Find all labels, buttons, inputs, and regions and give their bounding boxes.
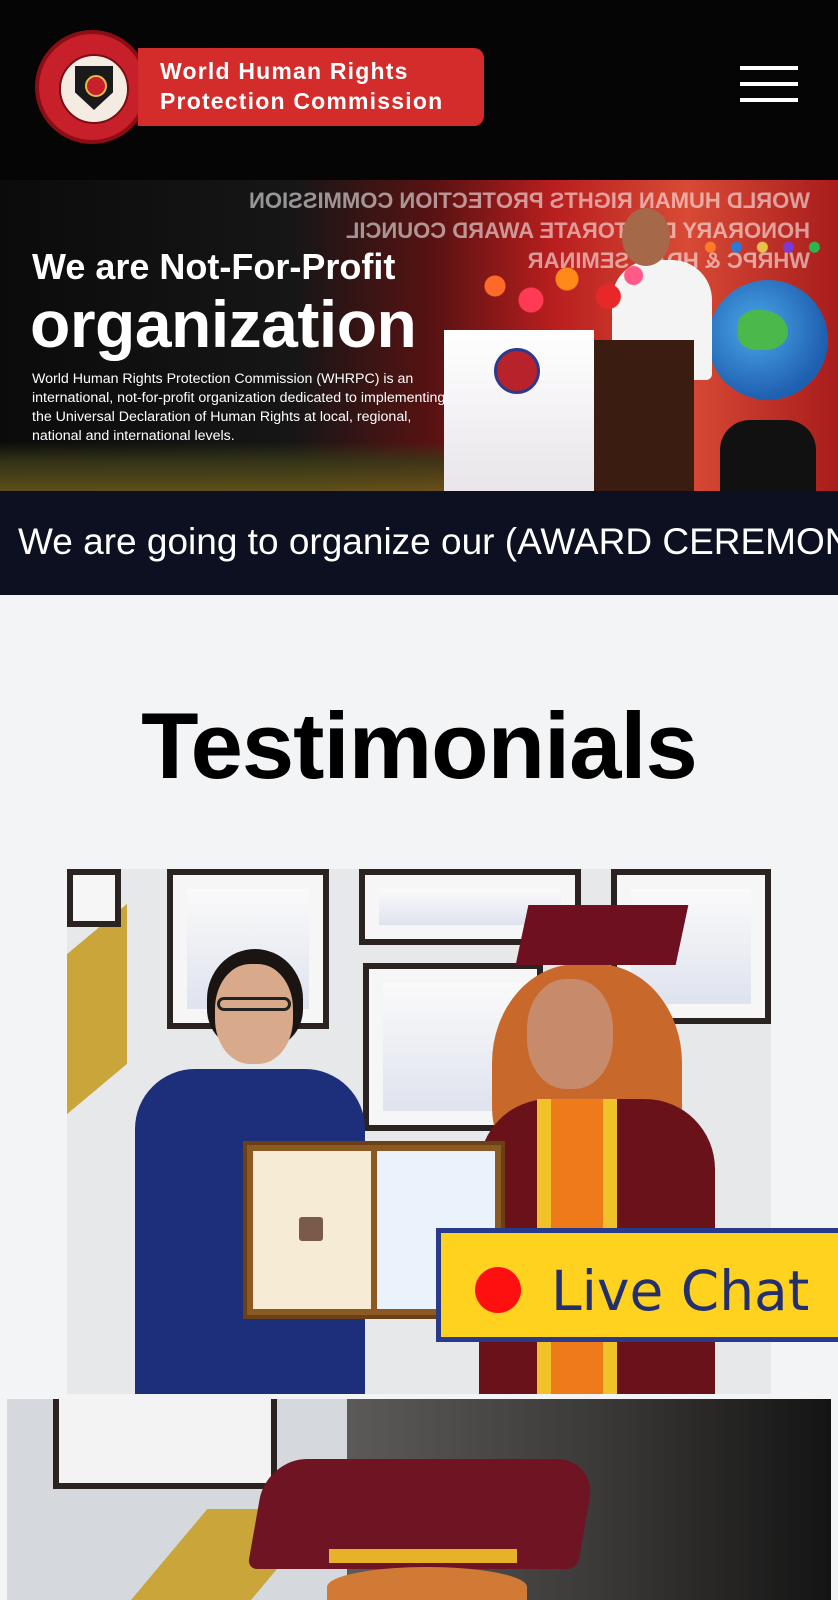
hero-heading: We are Not-For-Profit <box>32 246 396 287</box>
certificate-left <box>253 1151 371 1309</box>
logo-line-2: Protection Commission <box>160 88 444 114</box>
seal-inner <box>59 54 129 124</box>
live-chat-body: Live Chat <box>441 1233 838 1337</box>
flower-arrangement <box>468 258 648 328</box>
live-chat-button[interactable]: Live Chat <box>436 1228 838 1342</box>
cap-band <box>329 1549 517 1563</box>
globe-land <box>738 310 788 350</box>
menu-bar <box>740 66 798 70</box>
menu-bar <box>740 98 798 102</box>
site-header: World Human Rights Protection Commission <box>0 0 838 180</box>
testimonial-photo-2[interactable] <box>7 1399 831 1600</box>
people-illustration <box>700 240 830 276</box>
lectern <box>594 340 694 491</box>
podium <box>444 330 594 491</box>
announcement-ticker[interactable]: We are going to organize our (AWARD CERE… <box>0 491 838 595</box>
podium-emblem-icon <box>494 348 540 394</box>
certificate-photo <box>299 1217 323 1241</box>
backdrop-line: WORLD HUMAN RIGHTS PROTECTION COMMISSION <box>249 188 810 213</box>
wall-stripe <box>67 903 127 1115</box>
wall-frame <box>67 869 121 927</box>
section-title: Testimonials <box>141 693 698 798</box>
graduate-face <box>527 979 613 1089</box>
logo-line-1: World Human Rights <box>160 58 409 84</box>
whrpc-seal-logo[interactable] <box>35 30 149 144</box>
logo-wordmark[interactable]: World Human Rights Protection Commission <box>138 48 484 126</box>
graduation-cap <box>515 905 689 965</box>
live-indicator-icon <box>475 1267 521 1313</box>
graduate-hair <box>327 1567 527 1600</box>
person-face <box>215 964 293 1064</box>
wall-frame <box>53 1399 277 1489</box>
shield-icon <box>75 66 113 110</box>
hero-big-heading: organization <box>30 287 417 361</box>
hamburger-menu-icon[interactable] <box>736 62 802 108</box>
ticker-text: We are going to organize our (AWARD CERE… <box>18 521 838 562</box>
floor-flowers <box>0 442 444 491</box>
globe-illustration <box>708 280 828 400</box>
glasses <box>217 997 291 1011</box>
emblem-icon <box>85 75 107 97</box>
photographer <box>720 420 816 491</box>
live-chat-label: Live Chat <box>551 1259 810 1323</box>
menu-bar <box>740 82 798 86</box>
hero-banner: WORLD HUMAN RIGHTS PROTECTION COMMISSION… <box>0 180 838 491</box>
hero-description: World Human Rights Protection Commission… <box>32 371 446 444</box>
